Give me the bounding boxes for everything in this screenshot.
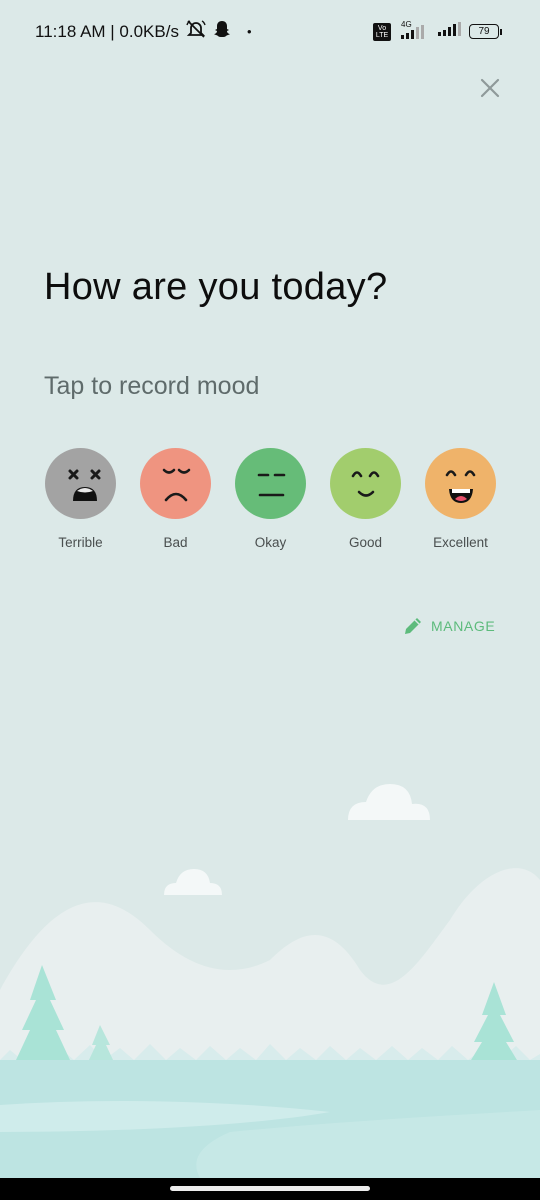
mood-option-terrible[interactable]: Terrible: [33, 448, 128, 550]
mood-option-bad[interactable]: Bad: [128, 448, 223, 550]
battery-icon: 79: [469, 24, 502, 39]
mood-label: Okay: [254, 535, 287, 550]
volte-badge: Vo LTE: [373, 22, 391, 41]
cloud-icon: [348, 784, 430, 820]
mood-option-okay[interactable]: Okay: [223, 448, 318, 550]
landscape-illustration: [0, 784, 540, 1178]
manage-label: MANAGE: [431, 618, 496, 634]
notification-dot: •: [246, 24, 252, 39]
status-time: 11:18 AM | 0.0KB/s: [35, 21, 179, 41]
snapchat-icon: [213, 20, 231, 43]
mood-label: Bad: [163, 535, 188, 550]
okay-face-icon: [235, 448, 306, 519]
pencil-icon: [405, 618, 421, 634]
terrible-face-icon: [45, 448, 116, 519]
muted-alarm-icon: [185, 19, 207, 44]
close-icon: [480, 78, 500, 98]
mood-label: Good: [348, 535, 383, 550]
close-button[interactable]: [470, 68, 510, 108]
status-bar: 11:18 AM | 0.0KB/s • Vo LTE 4G 79: [0, 0, 540, 60]
mood-label: Excellent: [433, 535, 488, 550]
page-title: How are you today?: [44, 266, 388, 308]
mood-selector: Terrible Bad Okay Good Excellent: [33, 448, 508, 550]
mood-option-excellent[interactable]: Excellent: [413, 448, 508, 550]
cloud-icon: [164, 869, 222, 895]
signal-icon: [437, 20, 463, 43]
excellent-face-icon: [425, 448, 496, 519]
good-face-icon: [330, 448, 401, 519]
navigation-bar: [0, 1178, 540, 1200]
signal-4g-icon: 4G: [397, 20, 431, 41]
mood-option-good[interactable]: Good: [318, 448, 413, 550]
page-subtitle: Tap to record mood: [44, 372, 260, 400]
bad-face-icon: [140, 448, 211, 519]
manage-button[interactable]: MANAGE: [403, 616, 495, 636]
mood-label: Terrible: [58, 535, 103, 550]
home-indicator[interactable]: [170, 1186, 370, 1191]
